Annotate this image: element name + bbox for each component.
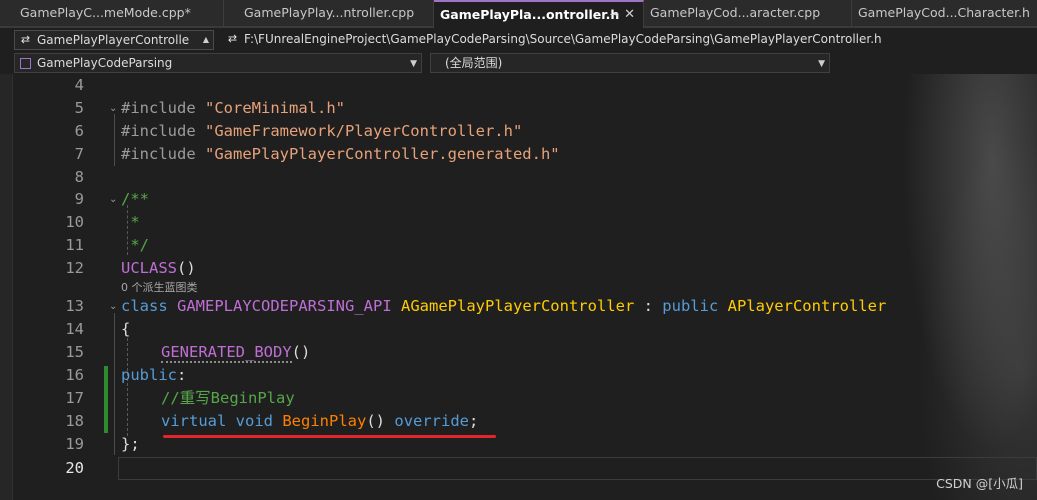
line-number: 16: [65, 366, 84, 384]
tab-label: GamePlayC...meMode.cpp*: [20, 5, 191, 20]
line-number: 4: [74, 76, 84, 94]
code-line-5: #include "CoreMinimal.h": [121, 97, 345, 120]
punctuation: :: [177, 366, 187, 384]
punctuation: :: [634, 297, 663, 315]
line-number: 15: [65, 343, 84, 361]
codelens-derived-blueprints[interactable]: 0 个派生蓝图类: [121, 279, 198, 295]
file-path-field[interactable]: ⇄ F:\FUnrealEngineProject\GamePlayCodePa…: [222, 30, 1037, 50]
keyword: public: [662, 297, 719, 315]
watermark: CSDN @[小瓜]: [936, 476, 1023, 491]
scope-combo[interactable]: (全局范围) ▼: [430, 53, 830, 73]
tab-label: GamePlayPla...ontroller.h: [440, 7, 620, 22]
class-name: AGamePlayPlayerController: [401, 297, 635, 315]
indent-guide: [127, 338, 128, 436]
close-icon[interactable]: ✕: [624, 2, 635, 28]
code-line-15: GENERATED_BODY(): [161, 341, 310, 364]
preprocessor: #include: [121, 99, 205, 117]
code-line-9: /**: [121, 190, 149, 208]
punctuation: ;: [469, 412, 479, 430]
class-name: APlayerController: [727, 297, 887, 315]
scope-navigation-bar: GamePlayCodeParsing ▼ (全局范围) ▼: [0, 52, 1037, 75]
line-number-current: 20: [65, 459, 84, 477]
code-line-7: #include "GamePlayPlayerController.gener…: [121, 143, 560, 166]
code-line-11: */: [121, 236, 149, 254]
code-editor[interactable]: 4 5 6 7 8 9 10 11 12 13 14 15 16 17 18 1…: [0, 74, 1037, 500]
macro: UCLASS: [121, 259, 177, 277]
line-number: 8: [74, 168, 84, 186]
annotation-underline: [163, 435, 496, 438]
project-combo[interactable]: GamePlayCodeParsing ▼: [14, 53, 422, 73]
preprocessor: #include: [121, 122, 205, 140]
project-combo-value: GamePlayCodeParsing: [37, 56, 173, 70]
pin-icon[interactable]: ⊸: [610, 2, 619, 28]
swap-arrows-icon: ⇄: [227, 32, 238, 45]
line-number: 5: [74, 99, 84, 117]
tab-label: GamePlayCod...aracter.cpp: [650, 5, 821, 20]
file-navigation-bar: ⇄ GamePlayPlayerControlle ▲▼ ⇄ F:\FUnrea…: [0, 28, 1037, 53]
code-line-19: };: [121, 435, 140, 453]
string-literal: "GameFramework/PlayerController.h": [205, 122, 523, 140]
code-line-18: virtual void BeginPlay() override;: [161, 410, 478, 433]
keyword: class: [121, 297, 168, 315]
line-number: 9: [74, 190, 84, 208]
tab-playercontroller-h[interactable]: GamePlayPla...ontroller.h ⊸ ✕: [434, 0, 644, 28]
line-number: 13: [65, 297, 84, 315]
file-combo-value: GamePlayPlayerControlle: [37, 33, 190, 47]
code-line-6: #include "GameFramework/PlayerController…: [121, 120, 522, 143]
tab-label: GamePlayCod...Character.h: [858, 5, 1030, 20]
file-combo[interactable]: ⇄ GamePlayPlayerControlle ▲▼: [14, 30, 214, 50]
fold-guide: [114, 313, 115, 455]
fold-chevron-icon[interactable]: ⌄: [109, 188, 117, 211]
project-icon: [20, 58, 31, 69]
line-number: 18: [65, 412, 84, 430]
keyword: virtual: [161, 412, 227, 430]
function-name: BeginPlay: [282, 412, 367, 430]
line-number: 7: [74, 145, 84, 163]
preprocessor: #include: [121, 145, 205, 163]
tab-label: GamePlayPlay...ntroller.cpp: [244, 5, 415, 20]
macro: GAMEPLAYCODEPARSING_API: [177, 297, 392, 315]
tab-character-h[interactable]: GamePlayCod...Character.h: [852, 0, 1037, 26]
change-indicator: [104, 366, 108, 433]
tab-character-cpp[interactable]: GamePlayCod...aracter.cpp: [644, 0, 852, 26]
editor-tab-strip: GamePlayC...meMode.cpp* GamePlayPlay...n…: [0, 0, 1037, 28]
punctuation: (): [366, 412, 386, 430]
line-number: 10: [65, 213, 84, 231]
line-number: 6: [74, 122, 84, 140]
keyword: override: [394, 412, 470, 430]
editor-background-art: [887, 74, 1037, 500]
file-path-text: F:\FUnrealEngineProject\GamePlayCodePars…: [244, 32, 882, 46]
code-line-12: UCLASS(): [121, 257, 196, 280]
tab-gamemode-cpp[interactable]: GamePlayC...meMode.cpp*: [0, 0, 224, 26]
line-number: 14: [65, 320, 84, 338]
punctuation: (): [177, 259, 196, 277]
code-line-17: //重写BeginPlay: [161, 389, 295, 407]
line-number: 17: [65, 389, 84, 407]
code-line-14: {: [121, 320, 131, 338]
macro: GENERATED_BODY: [161, 343, 292, 363]
code-line-10: *: [121, 213, 140, 231]
current-line-highlight: [118, 457, 1037, 480]
line-number: 11: [65, 236, 84, 254]
access-specifier: public: [121, 366, 177, 384]
tab-playercontroller-cpp[interactable]: GamePlayPlay...ntroller.cpp: [224, 0, 434, 26]
string-literal: "GamePlayPlayerController.generated.h": [205, 145, 560, 163]
string-literal: "CoreMinimal.h": [205, 99, 345, 117]
spinner-icon[interactable]: ▲▼: [203, 31, 209, 49]
chevron-down-icon: ▼: [410, 59, 417, 69]
swap-arrows-icon: ⇄: [20, 33, 31, 46]
punctuation: (): [291, 343, 311, 361]
fold-guide: [114, 114, 115, 166]
code-line-16: public:: [121, 364, 186, 387]
line-number: 19: [65, 435, 84, 453]
code-line-13: class GAMEPLAYCODEPARSING_API AGamePlayP…: [121, 295, 886, 318]
chevron-down-icon: ▼: [818, 59, 825, 69]
scope-combo-value: (全局范围): [445, 56, 503, 70]
line-number: 12: [65, 259, 84, 277]
keyword: void: [235, 412, 273, 430]
